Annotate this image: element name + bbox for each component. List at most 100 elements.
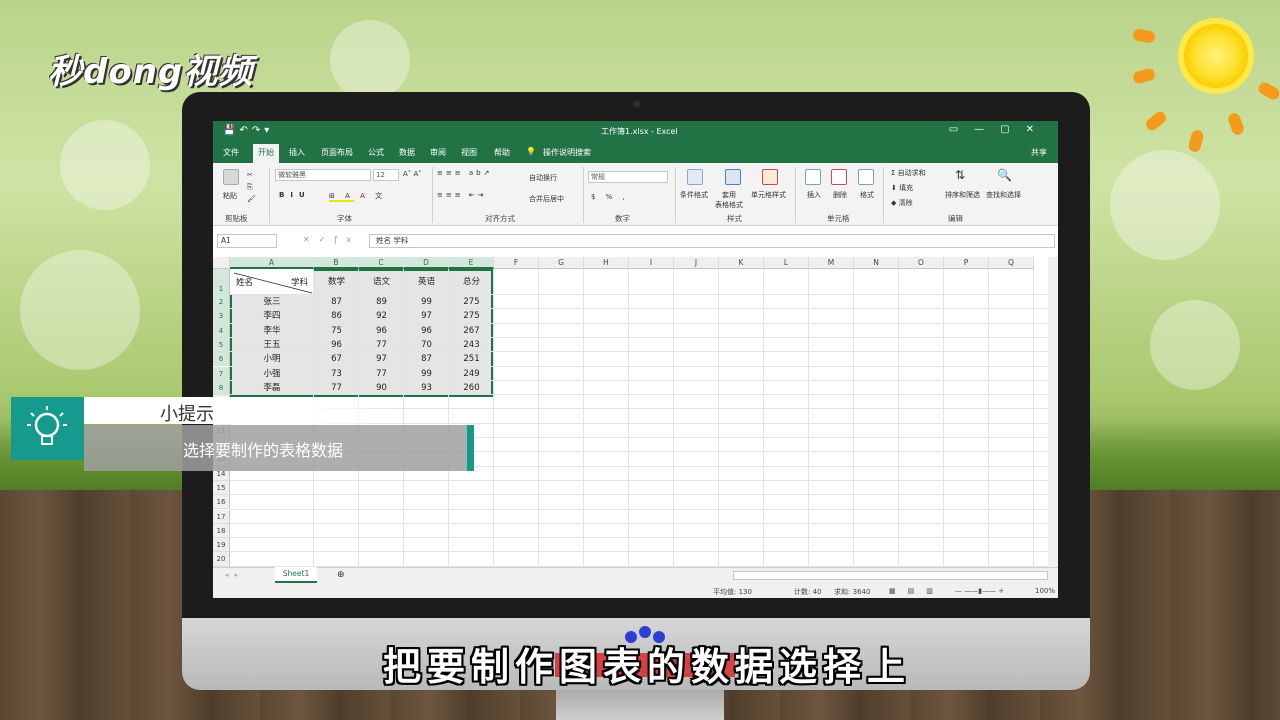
data-cell[interactable]: 张三 [230,295,314,309]
data-cell[interactable]: 96 [359,324,404,338]
grow-shrink-font-icons[interactable]: A˄ A˅ [403,170,422,178]
data-cell[interactable]: 243 [449,338,494,352]
add-sheet-icon[interactable]: ⊕ [337,570,345,580]
data-cell[interactable]: 267 [449,324,494,338]
format-button[interactable]: 格式 [860,190,874,200]
data-cell[interactable]: 87 [404,352,449,366]
column-header-i[interactable]: I [629,257,674,269]
data-cell[interactable]: 小强 [230,367,314,381]
tab-formulas[interactable]: 公式 [368,147,384,158]
quick-access-toolbar[interactable]: 💾↶↷▾ [223,125,273,136]
cell-style-icon[interactable] [762,169,778,185]
table-format-icon[interactable] [725,169,741,185]
data-cell[interactable]: 93 [404,381,449,395]
tab-file[interactable]: 文件 [223,147,239,158]
data-cell[interactable]: 70 [404,338,449,352]
data-cell[interactable]: 96 [314,338,359,352]
row-header-16[interactable]: 16 [213,495,230,510]
bold-italic-underline[interactable]: BIU [279,191,311,199]
column-header-h[interactable]: H [584,257,629,269]
column-header-q[interactable]: Q [989,257,1034,269]
merge-center-button[interactable]: 合并后居中 [529,194,564,204]
conditional-format-icon[interactable] [687,169,703,185]
row-header-15[interactable]: 15 [213,480,230,496]
data-cell[interactable]: 73 [314,367,359,381]
column-header-l[interactable]: L [764,257,809,269]
row-header-4[interactable]: 4 [213,323,230,338]
tab-data[interactable]: 数据 [399,147,415,158]
fill-button[interactable]: ⬇ 填充 [891,183,913,193]
data-cell[interactable]: 251 [449,352,494,366]
data-cell[interactable]: 77 [359,338,404,352]
data-cell[interactable]: 李四 [230,309,314,323]
data-cell[interactable]: 小明 [230,352,314,366]
data-cell[interactable]: 67 [314,352,359,366]
insert-button[interactable]: 插入 [807,190,821,200]
data-cell[interactable]: 王五 [230,338,314,352]
data-cell[interactable]: 99 [404,367,449,381]
column-header-b[interactable]: B [314,257,359,269]
vertical-scrollbar[interactable] [1048,257,1058,567]
header-cell[interactable]: 数学 [314,269,359,295]
data-cell[interactable]: 86 [314,309,359,323]
horizontal-scrollbar[interactable] [733,571,1048,580]
data-cell[interactable]: 89 [359,295,404,309]
data-cell[interactable]: 99 [404,295,449,309]
autosum-button[interactable]: Σ 自动求和 [891,168,926,178]
number-format-dropdown[interactable]: 常规 [588,171,668,183]
cell-a1-diagonal-header[interactable]: 姓名 学科 [230,269,314,295]
row-header-3[interactable]: 3 [213,309,230,324]
row-header-5[interactable]: 5 [213,337,230,353]
data-cell[interactable]: 97 [359,352,404,366]
row-header-17[interactable]: 17 [213,509,230,524]
data-cell[interactable]: 260 [449,381,494,395]
column-header-n[interactable]: N [854,257,899,269]
row-header-19[interactable]: 19 [213,538,230,553]
data-cell[interactable]: 97 [404,309,449,323]
share-button[interactable]: 共享 [1031,147,1047,158]
data-cell[interactable]: 249 [449,367,494,381]
formula-bar-icons[interactable]: ✕✓ƒx [303,235,360,244]
row-header-6[interactable]: 6 [213,352,230,367]
tab-help[interactable]: 帮助 [494,147,510,158]
cut-copy-icons[interactable]: ✂ ⎘ 🖌 [247,169,256,205]
column-header-j[interactable]: J [674,257,719,269]
column-header-d[interactable]: D [404,257,449,269]
header-cell[interactable]: 英语 [404,269,449,295]
data-cell[interactable]: 李磊 [230,381,314,395]
tab-review[interactable]: 审阅 [430,147,446,158]
data-cell[interactable]: 李华 [230,324,314,338]
column-header-o[interactable]: O [899,257,944,269]
conditional-format-button[interactable]: 条件格式 [680,190,708,200]
tab-home[interactable]: 开始 [253,144,279,163]
data-cell[interactable]: 90 [359,381,404,395]
column-header-p[interactable]: P [944,257,989,269]
column-header-k[interactable]: K [719,257,764,269]
window-controls[interactable]: ▭—▢✕ [949,124,1050,135]
zoom-level[interactable]: 100% [1035,587,1055,595]
row-header-1[interactable]: 1 [213,269,230,295]
data-cell[interactable]: 275 [449,295,494,309]
format-cells-icon[interactable] [858,169,874,185]
column-header-f[interactable]: F [494,257,539,269]
sheet-nav-arrows[interactable]: ◂▸ [225,571,244,579]
delete-button[interactable]: 删除 [833,190,847,200]
column-header-a[interactable]: A [230,257,314,269]
data-cell[interactable]: 77 [314,381,359,395]
wrap-text-button[interactable]: 自动换行 [529,173,557,183]
select-all-corner[interactable] [213,257,230,269]
clear-button[interactable]: ◆ 清除 [891,198,913,208]
sort-filter-button[interactable]: 排序和筛选 [945,190,980,200]
data-cell[interactable]: 75 [314,324,359,338]
row-header-2[interactable]: 2 [213,295,230,310]
data-cell[interactable]: 77 [359,367,404,381]
view-mode-icons[interactable]: ▦▤▥ [889,587,945,595]
row-header-18[interactable]: 18 [213,523,230,539]
align-icons-bottom[interactable]: ≡≡≡ ⇤⇥ [437,191,487,199]
row-header-7[interactable]: 7 [213,366,230,381]
header-cell[interactable]: 总分 [449,269,494,295]
column-header-e[interactable]: E [449,257,494,269]
delete-cells-icon[interactable] [831,169,847,185]
tell-me-search[interactable]: 操作说明搜索 [543,147,591,158]
cell-style-button[interactable]: 单元格样式 [751,190,786,200]
